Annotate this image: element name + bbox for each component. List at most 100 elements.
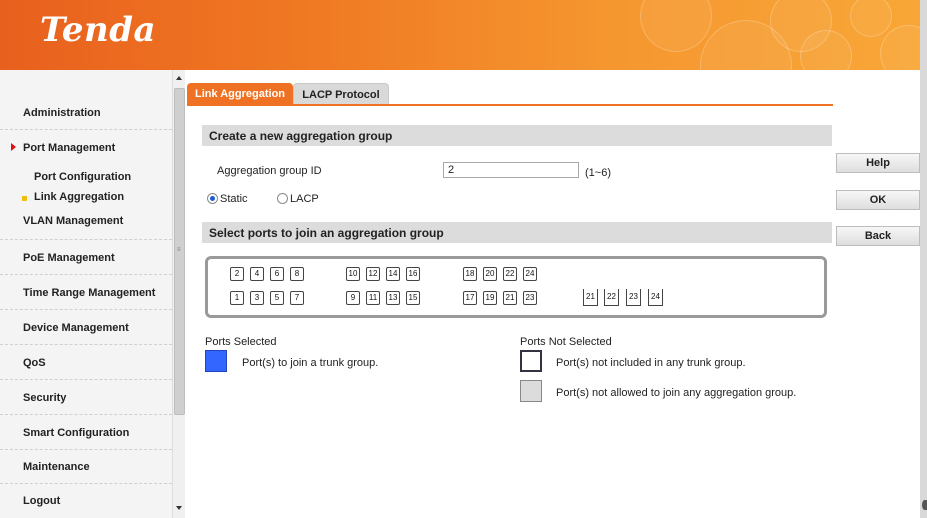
tab-link-aggregation[interactable]: Link Aggregation <box>187 83 293 105</box>
create-group-section-header: Create a new aggregation group <box>202 125 832 146</box>
sidebar-subitem-link-aggregation[interactable]: Link Aggregation <box>0 188 172 208</box>
sidebar-item-label: Port Management <box>23 142 116 154</box>
port-21[interactable]: 21 <box>503 291 517 305</box>
port-23[interactable]: 23 <box>523 291 537 305</box>
sidebar-item-label: VLAN Management <box>23 215 124 227</box>
lacp-radio-label: LACP <box>290 193 319 205</box>
port-19[interactable]: 19 <box>483 291 497 305</box>
grip-icon: ≡ <box>177 247 181 253</box>
select-ports-section-header: Select ports to join an aggregation grou… <box>202 222 832 243</box>
window-edge <box>920 0 927 518</box>
static-radio[interactable] <box>207 193 218 204</box>
sidebar-item-label: QoS <box>23 357 46 369</box>
sidebar-item-label: Security <box>23 392 67 404</box>
divider <box>0 379 172 380</box>
sidebar-item-label: Logout <box>23 495 61 507</box>
decor-bubble <box>800 30 852 70</box>
port-2[interactable]: 2 <box>230 267 244 281</box>
scroll-thumb[interactable]: ≡ <box>174 88 185 415</box>
sidebar-subitem-label: Link Aggregation <box>34 191 125 203</box>
header-banner: Tenda <box>0 0 927 70</box>
sfp-port-22[interactable]: 22 <box>604 289 619 306</box>
sfp-port-21[interactable]: 21 <box>583 289 598 306</box>
legend-not-selected-title: Ports Not Selected <box>520 336 612 348</box>
port-22[interactable]: 22 <box>503 267 517 281</box>
port-14[interactable]: 14 <box>386 267 400 281</box>
port-12[interactable]: 12 <box>366 267 380 281</box>
port-24[interactable]: 24 <box>523 267 537 281</box>
divider <box>0 449 172 450</box>
port-18[interactable]: 18 <box>463 267 477 281</box>
help-button[interactable]: Help <box>836 153 920 173</box>
not-included-swatch <box>520 350 542 372</box>
port-8[interactable]: 8 <box>290 267 304 281</box>
sidebar-item-smart-configuration[interactable]: Smart Configuration <box>0 417 172 450</box>
group-id-input[interactable]: 2 <box>443 162 579 178</box>
sidebar-subitem-port-configuration[interactable]: Port Configuration <box>0 168 172 188</box>
legend-selected-text: Port(s) to join a trunk group. <box>242 357 379 369</box>
section-title: Select ports to join an aggregation grou… <box>209 226 444 240</box>
legend-not-included-text: Port(s) not included in any trunk group. <box>556 357 746 369</box>
port-15[interactable]: 15 <box>406 291 420 305</box>
divider <box>0 309 172 310</box>
sidebar-item-administration[interactable]: Administration <box>0 97 172 130</box>
sidebar-item-label: Administration <box>23 107 101 119</box>
sidebar-item-maintenance[interactable]: Maintenance <box>0 451 172 484</box>
port-3[interactable]: 3 <box>250 291 264 305</box>
divider <box>0 274 172 275</box>
sidebar-subitem-label: Port Configuration <box>34 171 132 183</box>
sidebar-item-qos[interactable]: QoS <box>0 347 172 380</box>
scroll-up-arrow-icon[interactable] <box>176 76 182 80</box>
divider <box>0 414 172 415</box>
static-radio-label: Static <box>220 193 248 205</box>
tab-lacp-protocol[interactable]: LACP Protocol <box>293 83 389 106</box>
sfp-port-24[interactable]: 24 <box>648 289 663 306</box>
divider <box>0 344 172 345</box>
port-4[interactable]: 4 <box>250 267 264 281</box>
legend-not-allowed-text: Port(s) not allowed to join any aggregat… <box>556 387 797 399</box>
port-11[interactable]: 11 <box>366 291 380 305</box>
sidebar-item-label: Time Range Management <box>23 287 156 299</box>
port-1[interactable]: 1 <box>230 291 244 305</box>
expanded-arrow-icon <box>11 143 16 151</box>
scroll-down-arrow-icon[interactable] <box>176 506 182 510</box>
port-20[interactable]: 20 <box>483 267 497 281</box>
sidebar-scrollbar[interactable]: ≡ <box>172 70 185 518</box>
sidebar-item-vlan-management[interactable]: VLAN Management <box>0 207 172 240</box>
back-button[interactable]: Back <box>836 226 920 246</box>
decor-bubble <box>850 0 892 37</box>
port-7[interactable]: 7 <box>290 291 304 305</box>
sidebar-item-poe-management[interactable]: PoE Management <box>0 242 172 275</box>
sidebar-item-logout[interactable]: Logout <box>0 485 172 518</box>
port-9[interactable]: 9 <box>346 291 360 305</box>
sidebar-item-port-management[interactable]: Port Management <box>0 132 172 165</box>
port-5[interactable]: 5 <box>270 291 284 305</box>
port-17[interactable]: 17 <box>463 291 477 305</box>
sidebar-item-label: Smart Configuration <box>23 427 130 439</box>
divider <box>0 239 172 240</box>
ok-button[interactable]: OK <box>836 190 920 210</box>
port-13[interactable]: 13 <box>386 291 400 305</box>
group-id-label: Aggregation group ID <box>217 165 322 177</box>
sidebar-item-device-management[interactable]: Device Management <box>0 312 172 345</box>
selected-swatch <box>205 350 227 372</box>
port-6[interactable]: 6 <box>270 267 284 281</box>
sidebar-item-security[interactable]: Security <box>0 382 172 415</box>
active-marker-icon <box>22 196 27 201</box>
tenda-logo: Tenda <box>40 10 157 50</box>
divider <box>0 129 172 130</box>
sfp-port-23[interactable]: 23 <box>626 289 641 306</box>
group-id-range: (1~6) <box>585 167 611 179</box>
decor-bubble <box>640 0 712 52</box>
legend-selected-title: Ports Selected <box>205 336 277 348</box>
port-10[interactable]: 10 <box>346 267 360 281</box>
sidebar-item-label: Device Management <box>23 322 129 334</box>
sidebar-item-time-range-management[interactable]: Time Range Management <box>0 277 172 310</box>
sidebar-item-label: PoE Management <box>23 252 115 264</box>
section-title: Create a new aggregation group <box>209 129 393 143</box>
not-allowed-swatch <box>520 380 542 402</box>
port-16[interactable]: 16 <box>406 267 420 281</box>
tab-underline <box>187 104 833 106</box>
lacp-radio[interactable] <box>277 193 288 204</box>
ports-panel: 2 4 6 8 10 12 14 16 18 20 22 24 1 3 5 7 9 11 13 15 17 19 21 23 2… <box>205 256 827 318</box>
